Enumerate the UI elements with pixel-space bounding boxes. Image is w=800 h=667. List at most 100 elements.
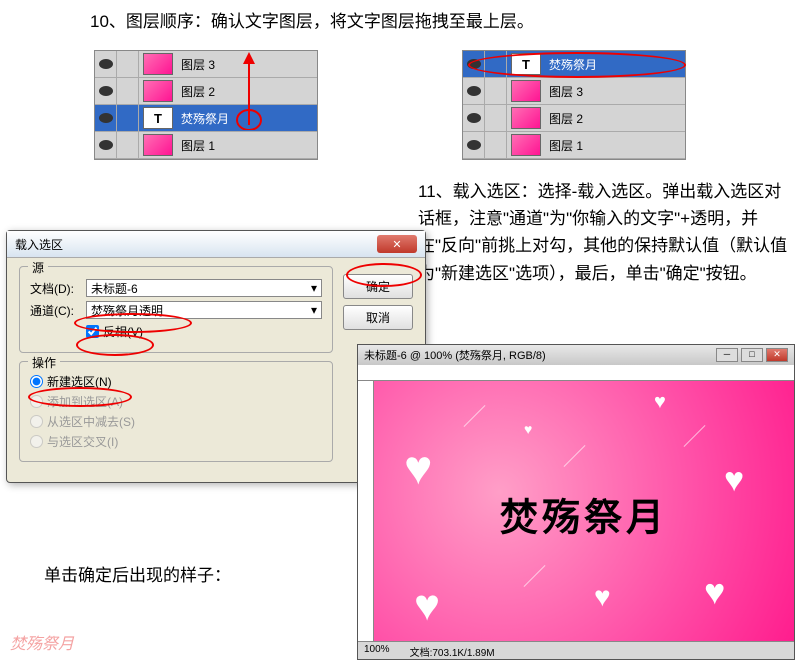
canvas[interactable]: ♥ ♥ ♥ ♥ ♥ ♥ ♥ 焚殇祭月 [374, 381, 794, 659]
invert-label: 反相(V) [103, 323, 143, 340]
source-legend: 源 [28, 259, 48, 276]
heart-icon: ♥ [414, 581, 440, 631]
chevron-down-icon: ▾ [311, 303, 317, 317]
layer-row[interactable]: 图层 2 [95, 78, 317, 105]
heart-icon: ♥ [594, 581, 611, 613]
dialog-titlebar: 载入选区 ✕ [7, 231, 425, 258]
status-bar: 100% 文档:703.1K/1.89M [358, 641, 794, 659]
layer-name: 图层 2 [545, 110, 583, 127]
doc-dropdown[interactable]: 未标题-6 ▾ [86, 279, 322, 297]
text-layer-thumb: T [143, 107, 173, 129]
layer-name: 图层 3 [177, 56, 215, 73]
text-layer-thumb: T [511, 53, 541, 75]
visibility-toggle[interactable] [95, 51, 117, 77]
eye-icon [467, 113, 481, 123]
after-confirm-text: 单击确定后出现的样子： [44, 562, 231, 589]
layer-name: 图层 1 [545, 137, 583, 154]
link-col [485, 132, 507, 158]
layer-panel-after: T 焚殇祭月 图层 3 图层 2 图层 1 [462, 50, 686, 160]
window-title: 未标题-6 @ 100% (焚殇祭月, RGB/8) [364, 347, 546, 363]
radio-add [30, 395, 43, 408]
visibility-toggle[interactable] [463, 78, 485, 104]
visibility-toggle[interactable] [463, 51, 485, 77]
zoom-level: 100% [364, 644, 390, 657]
eye-icon [99, 59, 113, 69]
layer-name: 图层 3 [545, 83, 583, 100]
heart-icon: ♥ [654, 391, 666, 414]
op-add-label: 添加到选区(A) [47, 393, 123, 410]
ruler-horizontal [358, 365, 794, 381]
link-col [117, 78, 139, 104]
cancel-button[interactable]: 取消 [343, 305, 413, 330]
channel-label: 通道(C): [30, 302, 86, 319]
minimize-button[interactable]: ─ [716, 348, 738, 362]
layer-row-text-selected[interactable]: T 焚殇祭月 [463, 51, 685, 78]
layer-row[interactable]: 图层 3 [95, 51, 317, 78]
chevron-down-icon: ▾ [311, 281, 317, 295]
canvas-text: 焚殇祭月 [500, 487, 668, 542]
ok-button[interactable]: 确定 [343, 274, 413, 299]
channel-dropdown[interactable]: 焚殇祭月透明 ▾ [86, 301, 322, 319]
eye-icon [467, 59, 481, 69]
layer-thumb [511, 134, 541, 156]
eye-icon [99, 86, 113, 96]
maximize-button[interactable]: □ [741, 348, 763, 362]
layer-row[interactable]: 图层 2 [463, 105, 685, 132]
radio-new-selection[interactable] [30, 375, 43, 388]
link-col [117, 105, 139, 131]
layer-panel-before: 图层 3 图层 2 T 焚殇祭月 图层 1 [94, 50, 318, 160]
heart-icon: ♥ [404, 441, 433, 496]
link-col [117, 132, 139, 158]
layer-row[interactable]: 图层 1 [463, 132, 685, 159]
heart-icon: ♥ [524, 421, 532, 437]
ruler-vertical [358, 381, 374, 659]
layer-thumb [143, 80, 173, 102]
eye-icon [99, 113, 113, 123]
close-button[interactable]: ✕ [377, 235, 417, 253]
doc-info: 文档:703.1K/1.89M [410, 644, 495, 657]
link-col [485, 78, 507, 104]
heart-icon: ♥ [704, 571, 725, 613]
layer-thumb [511, 80, 541, 102]
visibility-toggle[interactable] [95, 78, 117, 104]
heart-icon: ♥ [724, 461, 744, 500]
doc-label: 文档(D): [30, 280, 86, 297]
visibility-toggle[interactable] [95, 132, 117, 158]
eye-icon [99, 140, 113, 150]
layer-row[interactable]: 图层 1 [95, 132, 317, 159]
operation-fieldset: 操作 新建选区(N) 添加到选区(A) 从选区中减去(S) 与选区交叉(I) [19, 361, 333, 462]
step11-text: 11、载入选区：选择-载入选区。弹出载入选区对话框，注意"通道"为"你输入的文字… [418, 178, 796, 287]
link-col [117, 51, 139, 77]
layer-thumb [143, 53, 173, 75]
visibility-toggle[interactable] [463, 105, 485, 131]
source-fieldset: 源 文档(D): 未标题-6 ▾ 通道(C): 焚殇祭月透明 ▾ [19, 266, 333, 353]
visibility-toggle[interactable] [463, 132, 485, 158]
window-titlebar: 未标题-6 @ 100% (焚殇祭月, RGB/8) ─ □ ✕ [358, 345, 794, 365]
document-window: 未标题-6 @ 100% (焚殇祭月, RGB/8) ─ □ ✕ ♥ ♥ ♥ ♥… [357, 344, 795, 660]
channel-value: 焚殇祭月透明 [91, 302, 163, 319]
op-int-label: 与选区交叉(I) [47, 433, 118, 450]
link-col [485, 105, 507, 131]
op-new-label: 新建选区(N) [47, 373, 112, 390]
layer-name: 焚殇祭月 [177, 110, 229, 127]
dialog-title-text: 载入选区 [15, 236, 63, 253]
layer-thumb [143, 134, 173, 156]
layer-row[interactable]: 图层 3 [463, 78, 685, 105]
op-sub-label: 从选区中减去(S) [47, 413, 135, 430]
invert-checkbox[interactable] [86, 325, 99, 338]
layer-thumb [511, 107, 541, 129]
eye-icon [467, 86, 481, 96]
step10-text: 10、图层顺序：确认文字图层，将文字图层拖拽至最上层。 [90, 8, 534, 35]
visibility-toggle[interactable] [95, 105, 117, 131]
layer-name: 焚殇祭月 [545, 56, 597, 73]
radio-subtract [30, 415, 43, 428]
eye-icon [467, 140, 481, 150]
link-col [485, 51, 507, 77]
operation-legend: 操作 [28, 354, 60, 371]
doc-value: 未标题-6 [91, 280, 138, 297]
close-button[interactable]: ✕ [766, 348, 788, 362]
radio-intersect [30, 435, 43, 448]
layer-name: 图层 1 [177, 137, 215, 154]
layer-name: 图层 2 [177, 83, 215, 100]
layer-row-text-selected[interactable]: T 焚殇祭月 [95, 105, 317, 132]
